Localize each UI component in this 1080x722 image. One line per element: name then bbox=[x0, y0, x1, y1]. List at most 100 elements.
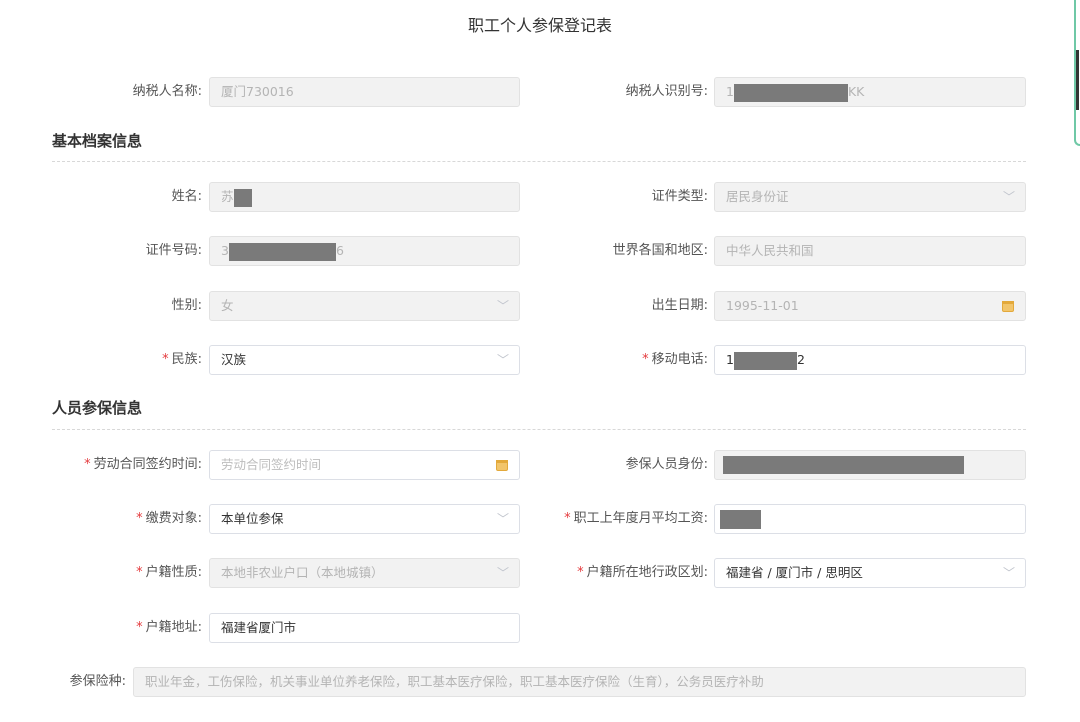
birth-date-value: 1995-11-01 bbox=[726, 298, 799, 313]
section-title-basic: 基本档案信息 bbox=[52, 132, 143, 150]
mobile-input[interactable]: 12 bbox=[714, 345, 1026, 375]
contract-date-placeholder: 劳动合同签约时间 bbox=[221, 457, 322, 472]
insurance-types-label: 参保险种: bbox=[69, 674, 126, 689]
taxpayer-id-label: 纳税人识别号: bbox=[625, 84, 708, 99]
ethnicity-label: * 民族: bbox=[40, 345, 202, 375]
name-row: 姓名: 苏 证件类型: 居民身份证 ﹀ bbox=[0, 182, 1080, 212]
hukou-type-value: 本地非农业户口（本地城镇） bbox=[221, 565, 384, 580]
hukou-address-value: 福建省厦门市 bbox=[221, 620, 297, 635]
taxpayer-id-field[interactable]: 1 KK bbox=[714, 77, 1026, 107]
id-type-value: 居民身份证 bbox=[726, 189, 789, 204]
required-mark: * bbox=[136, 511, 143, 526]
redaction-mask bbox=[733, 83, 848, 102]
ethnicity-label-text: 民族: bbox=[171, 352, 202, 367]
redaction-mask bbox=[228, 242, 336, 261]
hukou-type-select[interactable]: 本地非农业户口（本地城镇） ﹀ bbox=[209, 558, 520, 588]
payer-value: 本单位参保 bbox=[221, 511, 284, 526]
required-mark: * bbox=[577, 565, 584, 580]
calendar-icon bbox=[496, 460, 508, 471]
redaction-mask bbox=[233, 188, 252, 207]
mobile-label-text: 移动电话: bbox=[651, 352, 708, 367]
payer-select[interactable]: 本单位参保 ﹀ bbox=[209, 504, 520, 534]
required-mark: * bbox=[162, 352, 169, 367]
taxpayer-id-suffix: KK bbox=[847, 84, 865, 99]
salary-input[interactable] bbox=[714, 504, 1026, 534]
region-label: 世界各国和地区: bbox=[612, 243, 708, 258]
insurance-types-row: 参保险种: 职业年金，工伤保险，机关事业单位养老保险，职工基本医疗保险，职工基本… bbox=[0, 667, 1080, 697]
hukou-address-row: * 户籍地址: 福建省厦门市 bbox=[0, 613, 1080, 643]
chevron-down-icon: ﹀ bbox=[496, 566, 509, 580]
hukou-region-select[interactable]: 福建省 / 厦门市 / 思明区 ﹀ bbox=[714, 558, 1026, 588]
salary-label-text: 职工上年度月平均工资: bbox=[573, 511, 708, 526]
insured-identity-field[interactable] bbox=[714, 450, 1026, 480]
gender-select[interactable]: 女 ﹀ bbox=[209, 291, 520, 321]
region-field[interactable]: 中华人民共和国 bbox=[714, 236, 1026, 266]
chevron-down-icon: ﹀ bbox=[496, 353, 509, 367]
chevron-down-icon: ﹀ bbox=[496, 299, 509, 313]
contract-date-input[interactable]: 劳动合同签约时间 bbox=[209, 450, 520, 480]
hukou-type-row: * 户籍性质: 本地非农业户口（本地城镇） ﹀ * 户籍所在地行政区划: 福建省 /… bbox=[0, 558, 1080, 588]
required-mark: * bbox=[136, 565, 143, 580]
birth-date-label: 出生日期: bbox=[651, 298, 708, 313]
hukou-address-label-text: 户籍地址: bbox=[145, 620, 202, 635]
taxpayer-name-value: 厦门730016 bbox=[221, 84, 294, 99]
salary-label: * 职工上年度月平均工资: bbox=[530, 504, 708, 534]
redaction-mask bbox=[723, 456, 964, 474]
hukou-address-label: * 户籍地址: bbox=[40, 613, 202, 643]
hukou-address-input[interactable]: 福建省厦门市 bbox=[209, 613, 520, 643]
ethnicity-row: * 民族: 汉族 ﹀ * 移动电话: 12 bbox=[0, 345, 1080, 375]
contract-date-label-text: 劳动合同签约时间: bbox=[93, 457, 202, 472]
section-divider bbox=[52, 161, 1026, 162]
contract-date-label: * 劳动合同签约时间: bbox=[40, 450, 202, 480]
hukou-type-label: * 户籍性质: bbox=[40, 558, 202, 588]
taxpayer-row: 纳税人名称: 厦门730016 纳税人识别号: 1 KK bbox=[0, 77, 1080, 107]
mobile-prefix: 1 bbox=[726, 352, 734, 367]
ethnicity-select[interactable]: 汉族 ﹀ bbox=[209, 345, 520, 375]
hukou-region-value: 福建省 / 厦门市 / 思明区 bbox=[726, 565, 863, 580]
id-number-field[interactable]: 36 bbox=[209, 236, 520, 266]
gender-value: 女 bbox=[221, 298, 234, 313]
payer-row: * 缴费对象: 本单位参保 ﹀ * 职工上年度月平均工资: bbox=[0, 504, 1080, 534]
chevron-down-icon: ﹀ bbox=[496, 512, 509, 526]
taxpayer-name-label: 纳税人名称: bbox=[132, 84, 202, 99]
redaction-mask bbox=[733, 351, 797, 370]
hukou-region-label-text: 户籍所在地行政区划: bbox=[586, 565, 708, 580]
mobile-suffix: 2 bbox=[796, 352, 805, 367]
id-type-label: 证件类型: bbox=[651, 189, 708, 204]
id-number-label: 证件号码: bbox=[145, 243, 202, 258]
section-title-insured: 人员参保信息 bbox=[52, 399, 143, 417]
hukou-type-label-text: 户籍性质: bbox=[145, 565, 202, 580]
taxpayer-name-field[interactable]: 厦门730016 bbox=[209, 77, 520, 107]
payer-label-text: 缴费对象: bbox=[145, 511, 202, 526]
id-number-suffix: 6 bbox=[335, 243, 344, 258]
page-title: 职工个人参保登记表 bbox=[467, 16, 612, 35]
chevron-down-icon: ﹀ bbox=[1002, 566, 1015, 580]
payer-label: * 缴费对象: bbox=[40, 504, 202, 534]
section-divider bbox=[52, 429, 1026, 430]
required-mark: * bbox=[136, 620, 143, 635]
name-prefix: 苏 bbox=[221, 189, 234, 204]
insured-identity-label: 参保人员身份: bbox=[625, 457, 708, 472]
ethnicity-value: 汉族 bbox=[221, 352, 247, 367]
region-value: 中华人民共和国 bbox=[726, 243, 814, 258]
mobile-label: * 移动电话: bbox=[530, 345, 708, 375]
contract-row: * 劳动合同签约时间: 劳动合同签约时间 参保人员身份: bbox=[0, 450, 1080, 480]
name-field[interactable]: 苏 bbox=[209, 182, 520, 212]
hukou-region-label: * 户籍所在地行政区划: bbox=[530, 558, 708, 588]
insurance-types-field[interactable]: 职业年金，工伤保险，机关事业单位养老保险，职工基本医疗保险，职工基本医疗保险（生… bbox=[133, 667, 1026, 697]
required-mark: * bbox=[564, 511, 571, 526]
id-number-prefix: 3 bbox=[221, 243, 229, 258]
birth-date-field[interactable]: 1995-11-01 bbox=[714, 291, 1026, 321]
redaction-mask bbox=[720, 510, 761, 529]
calendar-icon bbox=[1002, 301, 1014, 312]
gender-row: 性别: 女 ﹀ 出生日期: 1995-11-01 bbox=[0, 291, 1080, 321]
id-type-select[interactable]: 居民身份证 ﹀ bbox=[714, 182, 1026, 212]
required-mark: * bbox=[642, 352, 649, 367]
id-number-row: 证件号码: 36 世界各国和地区: 中华人民共和国 bbox=[0, 236, 1080, 266]
taxpayer-id-prefix: 1 bbox=[726, 84, 734, 99]
name-label: 姓名: bbox=[171, 189, 202, 204]
gender-label: 性别: bbox=[171, 298, 202, 313]
required-mark: * bbox=[84, 457, 91, 472]
chevron-down-icon: ﹀ bbox=[1002, 190, 1015, 204]
side-panel-handle[interactable] bbox=[1074, 0, 1080, 146]
